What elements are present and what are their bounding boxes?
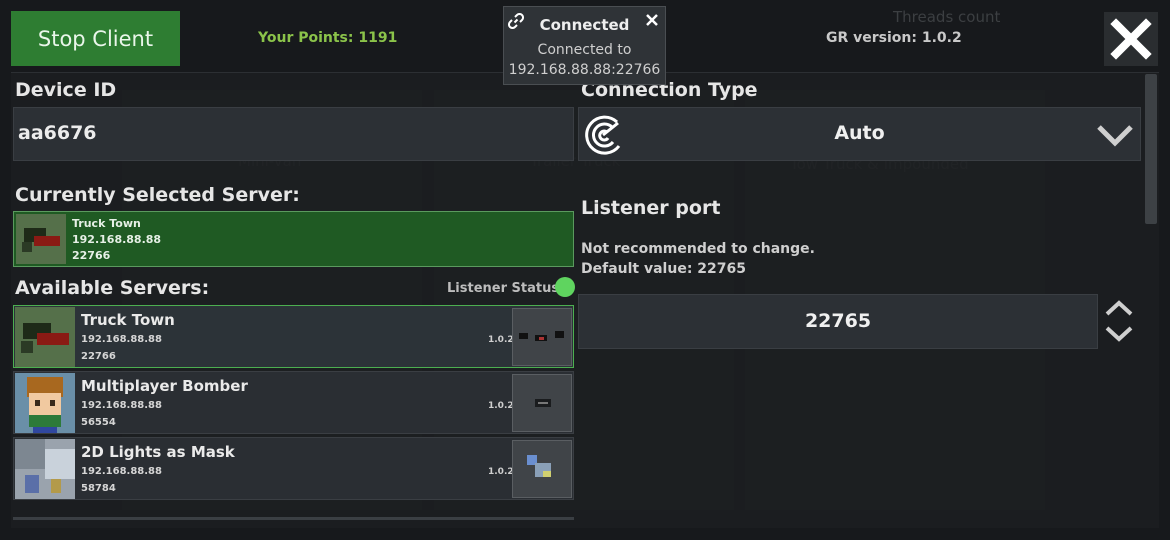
version-label: GR version: 1.0.2 bbox=[826, 30, 962, 46]
server-version: 1.0.2 bbox=[488, 401, 514, 411]
selected-server-ip: 192.168.88.88 bbox=[72, 233, 162, 246]
server-preview bbox=[512, 308, 572, 366]
listener-port-note: Not recommended to change. Default value… bbox=[581, 239, 815, 279]
selected-server-port: 22766 bbox=[72, 249, 111, 262]
connected-toast: Connected Connected to 192.168.88.88:227… bbox=[503, 6, 666, 85]
server-version: 1.0.2 bbox=[488, 335, 514, 345]
server-thumbnail bbox=[15, 373, 75, 433]
selected-server-name: Truck Town bbox=[72, 217, 141, 230]
server-row[interactable]: Multiplayer Bomber 192.168.88.88 56554 1… bbox=[13, 371, 574, 434]
listener-status-indicator bbox=[555, 277, 575, 297]
server-name: 2D Lights as Mask bbox=[81, 443, 235, 461]
server-name: Multiplayer Bomber bbox=[81, 377, 248, 395]
stop-client-button[interactable]: Stop Client bbox=[11, 11, 180, 66]
server-row[interactable]: 2D Lights as Mask 192.168.88.88 58784 1.… bbox=[13, 437, 574, 500]
server-thumbnail bbox=[15, 307, 75, 367]
server-row[interactable]: Truck Town 192.168.88.88 22766 1.0.2 bbox=[13, 305, 574, 368]
stepper-arrows-icon[interactable] bbox=[1103, 299, 1135, 343]
server-port: 58784 bbox=[81, 483, 116, 494]
close-button[interactable] bbox=[1104, 12, 1158, 66]
selected-server-card: Truck Town 192.168.88.88 22766 bbox=[13, 211, 574, 267]
server-name: Truck Town bbox=[81, 311, 175, 329]
close-icon bbox=[1110, 18, 1152, 60]
scrollbar[interactable] bbox=[1145, 74, 1157, 224]
server-port: 22766 bbox=[81, 351, 116, 362]
server-ip: 192.168.88.88 bbox=[81, 334, 162, 345]
connection-type-select[interactable]: Auto bbox=[578, 107, 1141, 161]
server-version: 1.0.2 bbox=[488, 467, 514, 477]
available-servers-label: Available Servers: bbox=[15, 277, 210, 299]
server-preview bbox=[512, 440, 572, 498]
server-thumbnail bbox=[15, 439, 75, 499]
selected-server-label: Currently Selected Server: bbox=[15, 184, 300, 206]
listener-port-warning: Not recommended to change. bbox=[581, 241, 815, 257]
selected-server-info: Truck Town 192.168.88.88 22766 bbox=[72, 216, 161, 264]
server-ip: 192.168.88.88 bbox=[81, 466, 162, 477]
toast-address: 192.168.88.88:22766 bbox=[508, 62, 661, 78]
listener-port-default: Default value: 22765 bbox=[581, 261, 746, 277]
device-id-field[interactable]: aa6676 bbox=[13, 107, 574, 161]
toast-message-line: Connected to bbox=[537, 42, 632, 58]
list-divider bbox=[13, 517, 574, 520]
listener-port-input[interactable]: 22765 bbox=[578, 294, 1098, 349]
chevron-down-icon bbox=[1097, 125, 1133, 147]
server-port: 56554 bbox=[81, 417, 116, 428]
device-id-label: Device ID bbox=[15, 79, 117, 101]
toast-message: Connected to 192.168.88.88:22766 bbox=[504, 40, 665, 80]
close-icon[interactable] bbox=[644, 12, 660, 28]
server-ip: 192.168.88.88 bbox=[81, 400, 162, 411]
server-preview bbox=[512, 374, 572, 432]
server-thumbnail bbox=[16, 214, 66, 264]
connection-type-value: Auto bbox=[834, 122, 885, 144]
points-label: Your Points: 1191 bbox=[258, 30, 398, 46]
toast-title: Connected bbox=[539, 16, 630, 34]
listener-status-label: Listener Status bbox=[447, 281, 560, 296]
listener-port-label: Listener port bbox=[581, 197, 721, 219]
background-text: Threads count bbox=[893, 8, 1001, 26]
